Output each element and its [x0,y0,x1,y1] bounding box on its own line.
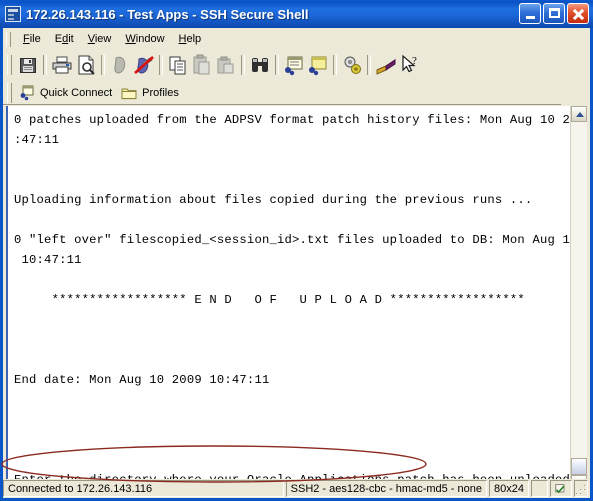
print-button[interactable] [50,53,74,77]
status-encryption-cell [550,480,572,497]
gears-icon [344,56,361,74]
status-terminal-size: 80x24 [489,480,529,497]
binoculars-icon [252,58,268,72]
terminal-area: 0 patches uploaded from the ADPSV format… [3,106,590,498]
menu-drag-grip[interactable] [6,31,11,47]
printer-icon [52,56,72,74]
close-button[interactable] [567,3,589,24]
book-icon [376,58,396,75]
toolbar-separator [101,55,105,75]
copy-icon [169,56,186,75]
new-terminal-button[interactable] [282,53,306,77]
new-terminal-icon [285,56,303,76]
toolbar-separator [275,55,279,75]
paste-selection-icon [217,56,234,74]
toolbar: ? [3,50,590,80]
connectbar-drag-grip[interactable] [7,82,12,103]
menu-item-help[interactable]: Help [172,31,209,47]
status-bar: Connected to 172.26.143.116 SSH2 - aes12… [3,479,590,498]
connect-button[interactable] [108,53,132,77]
copy-button[interactable] [166,53,190,77]
context-help-button[interactable]: ? [398,53,422,77]
terminal-output[interactable]: 0 patches uploaded from the ADPSV format… [6,106,570,491]
window-resize-grip[interactable] [574,480,588,497]
menu-item-edit[interactable]: Edit [48,31,81,47]
toolbar-drag-grip[interactable] [7,55,12,75]
menu-item-view[interactable]: View [81,31,119,47]
toolbar-separator [333,55,337,75]
svg-text:?: ? [412,55,417,67]
toolbar-separator [367,55,371,75]
window-title: 172.26.143.116 - Test Apps - SSH Secure … [26,6,309,22]
title-bar[interactable]: 172.26.143.116 - Test Apps - SSH Secure … [0,0,593,28]
scroll-up-arrow-icon [576,112,584,117]
status-connection: Connected to 172.26.143.116 [3,480,284,497]
resize-grip-dots [584,493,585,494]
paste-icon [193,54,210,75]
menu-item-file[interactable]: File [16,31,48,47]
maximize-button[interactable] [543,3,565,24]
new-file-transfer-icon [309,56,327,76]
menu-bar: File Edit View Window Help [3,28,590,50]
paste-button[interactable] [190,53,214,77]
toolbar-separator [43,55,47,75]
scroll-up-button[interactable] [571,106,587,122]
profiles-button[interactable]: Profiles [118,82,185,104]
help-book-button[interactable] [374,53,398,77]
terminal-text: 0 patches uploaded from the ADPSV format… [14,113,570,487]
menu-item-window[interactable]: Window [118,31,171,47]
maximize-icon [544,4,564,23]
scrollbar-track[interactable] [571,122,587,458]
find-button[interactable] [248,53,272,77]
scrollbar-thumb[interactable] [571,458,587,475]
terminal-window-icon [5,6,21,22]
disconnect-icon [134,56,154,74]
window-controls [519,3,589,24]
disconnect-button[interactable] [132,53,156,77]
print-preview-button[interactable] [74,53,98,77]
new-file-transfer-button[interactable] [306,53,330,77]
connect-bar: Quick Connect Profiles [3,80,590,105]
floppy-disk-icon [20,58,36,73]
connect-bar-buttons: Quick Connect Profiles [16,82,185,104]
encryption-icon [555,483,565,493]
minimize-button[interactable] [519,3,541,24]
ssh-secure-shell-window: 172.26.143.116 - Test Apps - SSH Secure … [0,0,593,501]
print-preview-icon [78,55,95,75]
quick-connect-button[interactable]: Quick Connect [16,82,118,104]
close-icon [568,4,588,23]
settings-button[interactable] [340,53,364,77]
status-cipher: SSH2 - aes128-cbc - hmac-md5 - none [285,480,488,497]
save-button[interactable] [16,53,40,77]
toolbar-separator [241,55,245,75]
profiles-label: Profiles [142,86,179,99]
minimize-icon [520,4,540,23]
plug-icon [114,56,126,74]
arrow-question-icon: ? [402,54,417,73]
terminal-scrollbar[interactable] [570,106,587,491]
folder-icon [121,88,137,99]
toolbar-separator [159,55,163,75]
status-blank-cell [531,480,548,497]
paste-selection-button[interactable] [214,53,238,77]
quick-connect-icon [20,85,34,100]
client-area: File Edit View Window Help ? Quick Conne… [3,28,590,498]
quick-connect-label: Quick Connect [40,86,113,99]
